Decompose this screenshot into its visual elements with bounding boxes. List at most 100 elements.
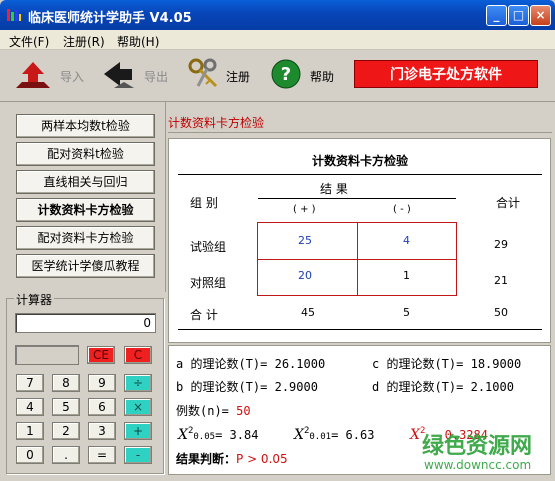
result-header-rule	[258, 198, 456, 199]
watermark-url: www.downcc.com	[424, 458, 532, 472]
app-icon	[6, 7, 22, 23]
conclusion: 结果判断：P > 0.05	[176, 450, 288, 467]
chi-critical-005: X20.05= 3.84	[178, 426, 258, 443]
nav-paired-chi-square[interactable]: 配对资料卡方检验	[16, 226, 155, 250]
calc-key-minus[interactable]: -	[124, 446, 152, 464]
section-title: 计数资料卡方检验	[168, 116, 265, 130]
theoretical-c: c 的理论数(T)= 18.9000	[372, 355, 521, 372]
nav-two-sample-t-test[interactable]: 两样本均数t检验	[16, 114, 155, 138]
close-button[interactable]: ×	[530, 5, 551, 26]
calc-key-divide[interactable]: ÷	[124, 374, 152, 392]
table-top-rule	[178, 174, 542, 175]
register-label: 注册	[226, 70, 251, 84]
total-row-label: 合 计	[190, 308, 218, 322]
sample-size-label: 例数(n)=	[176, 404, 229, 418]
import-icon	[16, 62, 50, 88]
calc-key-9[interactable]: 9	[88, 374, 116, 392]
theoretical-b-value: 2.9000	[274, 380, 318, 394]
positive-header: ( + )	[293, 204, 316, 215]
result-header: 结 果	[320, 182, 348, 196]
chi-critical-001: X20.01= 6.63	[294, 426, 374, 443]
sample-size-value: 50	[236, 404, 251, 418]
section-divider	[168, 132, 552, 133]
calc-key-dot[interactable]: .	[52, 446, 80, 464]
nav-linear-regression[interactable]: 直线相关与回归	[16, 170, 155, 194]
prescription-banner[interactable]: 门诊电子处方软件	[354, 60, 538, 88]
theoretical-a-label: a 的理论数(T)=	[176, 357, 268, 371]
calc-key-3[interactable]: 3	[88, 422, 116, 440]
menu-help[interactable]: 帮助(H)	[117, 33, 159, 50]
register-button[interactable]	[186, 56, 222, 92]
calc-key-2[interactable]: 2	[52, 422, 80, 440]
chi-005-value: = 3.84	[215, 428, 259, 442]
calc-key-6[interactable]: 6	[88, 398, 116, 416]
watermark-brand: 绿色资源网	[422, 434, 533, 459]
keys-icon	[188, 58, 218, 88]
help-label: 帮助	[310, 70, 335, 84]
calc-key-7[interactable]: 7	[16, 374, 44, 392]
theoretical-b: b 的理论数(T)= 2.9000	[176, 378, 318, 395]
help-button[interactable]: ?	[270, 58, 302, 90]
export-icon	[104, 62, 134, 88]
row-label-trial: 试验组	[190, 240, 227, 254]
menu-register[interactable]: 注册(R)	[63, 33, 105, 50]
calculator-memory	[15, 345, 79, 365]
cell-d[interactable]: 1	[403, 269, 410, 282]
calc-key-multiply[interactable]: ×	[124, 398, 152, 416]
nav-statistics-tutorial[interactable]: 医学统计学傻瓜教程	[16, 254, 155, 278]
toolbar: 导入 导出 注册 ? 帮助 门诊电子处方软件	[0, 50, 555, 102]
data-grid-hline	[257, 259, 457, 260]
total-header: 合计	[496, 196, 521, 210]
theoretical-c-label: c 的理论数(T)=	[372, 357, 464, 371]
chi-005-label: 0.05	[193, 432, 216, 442]
total-negative: 5	[403, 306, 410, 319]
calc-ce-button[interactable]: CE	[87, 346, 115, 364]
calc-key-5[interactable]: 5	[52, 398, 80, 416]
menu-file[interactable]: 文件(F)	[9, 33, 49, 50]
nav-chi-square-test[interactable]: 计数资料卡方检验	[16, 198, 155, 222]
row-label-control: 对照组	[190, 276, 227, 290]
minimize-button[interactable]: _	[486, 5, 507, 26]
row-total-control: 21	[494, 274, 508, 287]
calc-key-plus[interactable]: +	[124, 422, 152, 440]
chi-symbol: X	[178, 427, 188, 443]
calculator-display[interactable]: 0	[15, 313, 156, 333]
total-positive: 45	[301, 306, 315, 319]
chi-001-value: = 6.63	[331, 428, 375, 442]
import-button[interactable]	[14, 58, 54, 92]
theoretical-d: d 的理论数(T)= 2.1000	[372, 378, 514, 395]
theoretical-d-value: 2.1000	[470, 380, 514, 394]
window-title: 临床医师统计学助手 V4.05	[28, 11, 192, 26]
row-total-trial: 29	[494, 238, 508, 251]
chi-001-label: 0.01	[309, 432, 332, 442]
cell-b[interactable]: 4	[403, 234, 410, 247]
nav-paired-t-test[interactable]: 配对资料t检验	[16, 142, 155, 166]
calc-key-0[interactable]: 0	[16, 446, 44, 464]
calc-c-button[interactable]: C	[124, 346, 152, 364]
calc-key-8[interactable]: 8	[52, 374, 80, 392]
conclusion-value: P > 0.05	[236, 452, 288, 466]
chi-symbol: X	[410, 427, 420, 443]
negative-header: ( - )	[393, 204, 411, 215]
calc-key-4[interactable]: 4	[16, 398, 44, 416]
calc-key-equals[interactable]: =	[88, 446, 116, 464]
conclusion-label: 结果判断：	[176, 452, 237, 466]
theoretical-a: a 的理论数(T)= 26.1000	[176, 355, 325, 372]
calc-key-1[interactable]: 1	[16, 422, 44, 440]
cell-a[interactable]: 25	[298, 234, 312, 247]
theoretical-c-value: 18.9000	[470, 357, 522, 371]
help-icon: ?	[271, 59, 301, 89]
theoretical-d-label: d 的理论数(T)=	[372, 380, 464, 394]
export-button[interactable]	[100, 58, 136, 92]
sample-size: 例数(n)= 50	[176, 402, 251, 419]
group-header: 组 别	[190, 196, 218, 210]
cell-c[interactable]: 20	[298, 269, 312, 282]
help-glyph: ?	[281, 64, 291, 85]
maximize-button[interactable]: □	[508, 5, 529, 26]
theoretical-b-label: b 的理论数(T)=	[176, 380, 268, 394]
table-title: 计数资料卡方检验	[311, 154, 408, 168]
calculator-title: 计算器	[14, 291, 55, 308]
import-label: 导入	[60, 70, 85, 84]
theoretical-a-value: 26.1000	[274, 357, 326, 371]
chi-symbol: X	[294, 427, 304, 443]
